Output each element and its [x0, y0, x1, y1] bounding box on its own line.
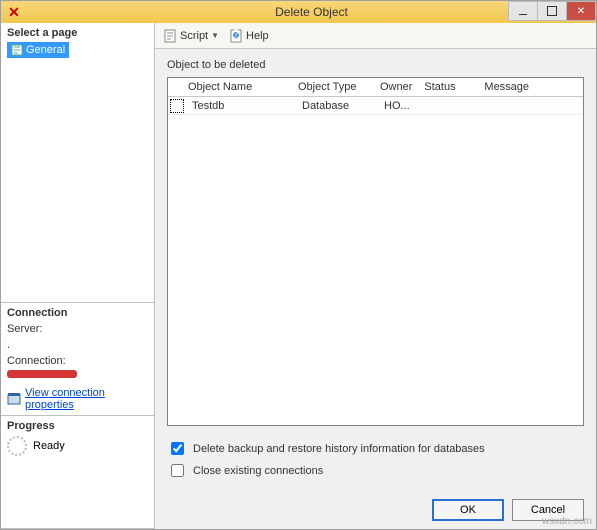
maximize-button[interactable] [537, 1, 567, 21]
sidebar-item-general[interactable]: General [7, 42, 69, 58]
script-label: Script [180, 30, 208, 42]
sidebar-item-label: General [26, 44, 65, 56]
row-selector-icon[interactable] [170, 99, 184, 113]
objects-grid[interactable]: Object Name Object Type Owner Status Mes… [167, 77, 584, 426]
cell-object-type: Database [296, 98, 378, 114]
progress-spinner-icon [7, 436, 27, 456]
main-panel: Script ▼ ? Help Object to be deleted Obj… [155, 23, 596, 529]
dialog-button-row: OK Cancel [155, 491, 596, 529]
chevron-down-icon: ▼ [211, 31, 219, 40]
connection-header: Connection [7, 307, 148, 319]
cell-owner: HO... [378, 98, 418, 114]
col-message[interactable]: Message [478, 78, 583, 96]
cell-object-name: Testdb [186, 98, 296, 114]
script-button[interactable]: Script ▼ [163, 29, 219, 43]
help-button[interactable]: ? Help [229, 29, 269, 43]
watermark: wsxdn.com [542, 516, 592, 527]
toolbar: Script ▼ ? Help [155, 23, 596, 49]
ok-button[interactable]: OK [432, 499, 504, 521]
close-existing-connections-label: Close existing connections [193, 465, 323, 477]
col-object-name[interactable]: Object Name [182, 78, 292, 96]
close-button[interactable] [566, 1, 596, 21]
delete-backup-history-input[interactable] [171, 442, 184, 455]
table-row[interactable]: Testdb Database HO... [168, 97, 583, 115]
minimize-button[interactable] [508, 1, 538, 21]
connection-label: Connection: [7, 355, 148, 367]
cell-message [478, 104, 583, 108]
object-to-be-deleted-label: Object to be deleted [167, 59, 584, 71]
cell-status [418, 104, 478, 108]
help-label: Help [246, 30, 269, 42]
connection-panel: Connection Server: . Connection: View co… [1, 303, 154, 416]
delete-backup-history-checkbox[interactable]: Delete backup and restore history inform… [167, 439, 584, 458]
help-icon: ? [229, 29, 243, 43]
connection-properties-label: View connection properties [25, 387, 148, 411]
server-value: . [7, 339, 148, 351]
page-icon [11, 44, 23, 56]
sidebar: Select a page General Connection Server:… [1, 23, 155, 529]
dialog-window: ✕ Delete Object Select a page General Co… [0, 0, 597, 530]
progress-header: Progress [7, 420, 148, 432]
connection-value-redacted [7, 370, 77, 378]
view-connection-properties-link[interactable]: View connection properties [7, 387, 148, 411]
svg-text:?: ? [233, 29, 239, 40]
properties-icon [7, 392, 21, 406]
col-object-type[interactable]: Object Type [292, 78, 374, 96]
title-bar[interactable]: ✕ Delete Object [1, 1, 596, 23]
progress-status: Ready [33, 440, 65, 452]
script-icon [163, 29, 177, 43]
delete-backup-history-label: Delete backup and restore history inform… [193, 443, 485, 455]
close-icon[interactable]: ✕ [1, 1, 27, 23]
close-existing-connections-input[interactable] [171, 464, 184, 477]
close-existing-connections-checkbox[interactable]: Close existing connections [167, 461, 584, 480]
grid-header: Object Name Object Type Owner Status Mes… [168, 78, 583, 97]
col-owner[interactable]: Owner [374, 78, 418, 96]
select-a-page-label: Select a page [7, 27, 148, 39]
progress-panel: Progress Ready [1, 416, 154, 529]
server-label: Server: [7, 323, 148, 335]
select-a-page-panel: Select a page General [1, 23, 154, 303]
col-status[interactable]: Status [418, 78, 478, 96]
